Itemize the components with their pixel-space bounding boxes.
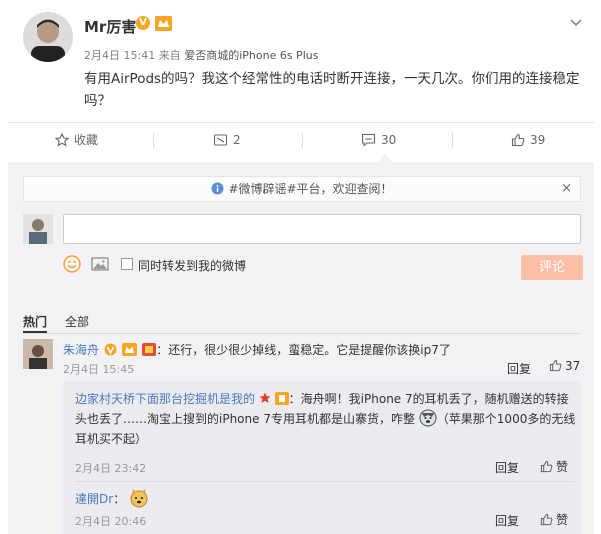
post-source[interactable]: 爱否商城的iPhone 6s Plus (184, 49, 318, 62)
emoji-icon[interactable] (63, 255, 81, 273)
comment-text: ：还行，很少很少掉线，蛮稳定。它是提醒你该换ip7了 (156, 343, 451, 357)
post-meta: 2月4日 15:41 来自 爱否商城的iPhone 6s Plus (84, 47, 318, 63)
info-icon (211, 182, 224, 195)
favorite-button[interactable]: 收藏 (54, 126, 99, 154)
reply-item: 達開Dr： (75, 488, 149, 508)
comment-tabs: 热门 全部 (23, 313, 89, 330)
reply-author-name[interactable]: 边家村天桥下面那台挖掘机是我的 (75, 392, 255, 406)
comment-time: 2月4日 15:45 (63, 363, 135, 376)
reply-button[interactable]: 回复 (495, 512, 519, 529)
commenter-name[interactable]: 朱海舟 (63, 343, 99, 357)
author-avatar[interactable] (23, 12, 73, 62)
repost-checkbox-label[interactable]: 同时转发到我的微博 (138, 257, 246, 274)
divider (23, 333, 581, 334)
post-time[interactable]: 2月4日 15:41 (84, 49, 155, 62)
thumbs-up-icon (511, 133, 525, 147)
like-count: 39 (530, 133, 546, 147)
image-icon[interactable] (91, 255, 109, 273)
weibo-post-card: Mr厉害 V 2月4日 15:41 来自 爱否商城的iPhone 6s Plus… (0, 0, 601, 534)
tab-hot[interactable]: 热门 (23, 315, 47, 329)
caret-pointer (378, 154, 392, 162)
author-name[interactable]: Mr厉害 (84, 16, 136, 37)
reply-item: 边家村天桥下面那台挖掘机是我的 ：海舟啊！我iPhone 7的耳机丢了，随机赠送… (75, 389, 575, 449)
divider (452, 133, 453, 148)
like-button[interactable]: 39 (511, 126, 545, 154)
reply-text-line2: 头也丢了……淘宝上搜到的iPhone 7专用耳机都是山寨货，咋整 (75, 412, 415, 426)
comment-input[interactable] (63, 214, 581, 244)
comment-item: 朱海舟 ：还行，很少很少掉线，蛮稳定。它是提醒你该换ip7了 (63, 339, 451, 358)
active-tab-indicator (23, 331, 47, 333)
reply-text-line1: ：海舟啊！我iPhone 7的耳机丢了，随机赠送的转接 (288, 392, 569, 406)
divider (302, 133, 303, 148)
post-content: 有用AirPods的吗？我这个经常性的电话时断开连接，一天几次。你们用的连接稳定… (84, 71, 580, 109)
reply-time: 2月4日 23:42 (75, 462, 147, 475)
reply-like-button[interactable]: 赞 (540, 511, 568, 528)
reply-text: ： (113, 492, 126, 506)
wealth-badge-icon (274, 392, 289, 405)
redpacket-badge-icon (142, 343, 157, 356)
member-badge-icon (155, 16, 172, 31)
comment-count: 30 (381, 133, 397, 147)
comment-like-button[interactable]: 37 (549, 359, 580, 373)
comment-icon (361, 133, 376, 147)
reply-text-line2b: （苹果那个1000多的无线 (436, 412, 576, 426)
verified-icon (104, 343, 117, 356)
reply-author-name[interactable]: 達開Dr (75, 492, 113, 506)
verified-icon: V (136, 16, 150, 30)
comment-button[interactable]: 30 (361, 126, 396, 154)
repost-count: 2 (233, 133, 241, 147)
reply-button[interactable]: 回复 (495, 459, 519, 476)
divider (8, 122, 594, 123)
notice-banner: #微博辟谣#平台，欢迎查阅！ × (23, 176, 581, 202)
emoji-doge-icon (130, 489, 148, 508)
star-badge-icon (259, 392, 271, 403)
action-bar: 收藏 2 30 39 (0, 126, 601, 154)
reply-like-button[interactable]: 赞 (540, 458, 568, 475)
reply-like-label: 赞 (556, 513, 569, 527)
reply-like-label: 赞 (556, 460, 569, 474)
favorite-label: 收藏 (74, 133, 99, 147)
comment-like-count: 37 (565, 359, 581, 373)
post-from: 来自 (158, 49, 181, 62)
current-user-avatar[interactable] (23, 214, 53, 244)
divider (75, 481, 575, 482)
notice-text[interactable]: #微博辟谣#平台，欢迎查阅！ (228, 182, 392, 196)
commenter-avatar[interactable] (23, 339, 53, 369)
star-icon (54, 132, 70, 147)
reply-button[interactable]: 回复 (507, 360, 531, 377)
thumbs-up-icon (540, 460, 553, 473)
chevron-down-icon[interactable] (570, 16, 582, 30)
repost-button[interactable]: 2 (213, 126, 241, 154)
divider (153, 133, 154, 148)
tab-all[interactable]: 全部 (65, 315, 89, 329)
submit-comment-button[interactable]: 评论 (521, 255, 583, 280)
member-badge-icon (122, 343, 138, 356)
repost-icon (213, 134, 228, 146)
repost-checkbox[interactable] (121, 258, 133, 270)
reply-time: 2月4日 20:46 (75, 515, 147, 528)
emoji-husky-icon (419, 409, 437, 427)
thumbs-up-icon (549, 359, 562, 372)
close-icon[interactable]: × (561, 177, 572, 201)
thumbs-up-icon (540, 513, 553, 526)
reply-text-line3: 耳机买不起） (75, 432, 148, 446)
